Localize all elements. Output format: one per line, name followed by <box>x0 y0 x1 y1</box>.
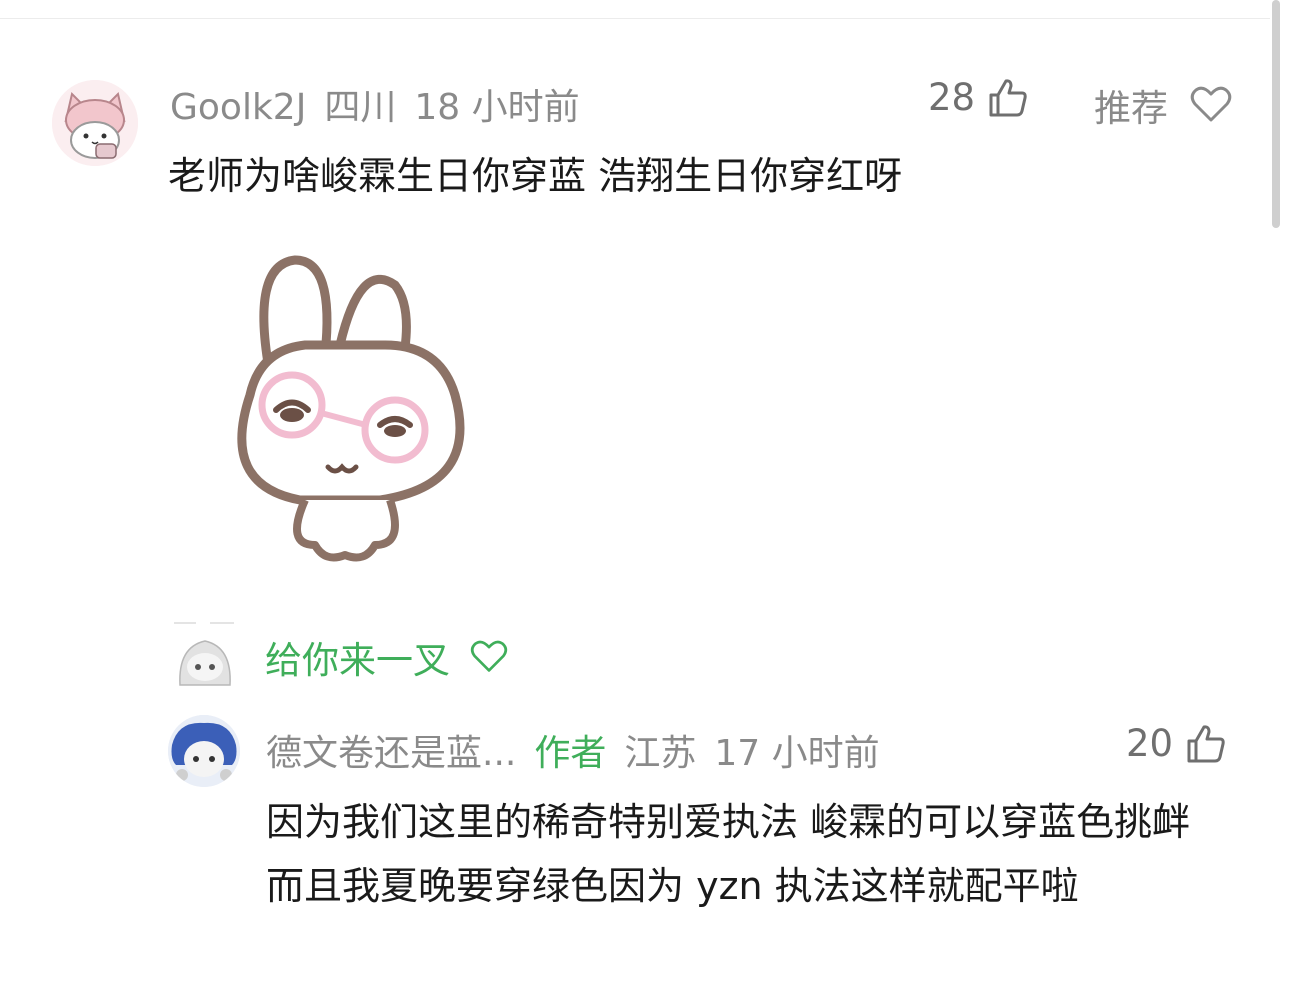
top-divider <box>0 18 1270 19</box>
cat-avatar-icon <box>52 80 138 166</box>
commenter-avatar[interactable] <box>52 80 138 166</box>
author-avatar[interactable] <box>168 715 240 787</box>
comment-text: 老师为啥峻霖生日你穿蓝 浩翔生日你穿红呀 <box>168 154 903 198</box>
reply-location: 江苏 <box>624 733 697 774</box>
reply-like-button[interactable]: 20 <box>1126 722 1227 765</box>
bunny-sticker-image[interactable] <box>210 245 490 575</box>
reply-text: 因为我们这里的稀奇特别爱执法 峻霖的可以穿蓝色挑衅 而且我夏晚要穿绿色因为 yz… <box>266 800 1191 908</box>
reply-time: 17 小时前 <box>714 733 880 774</box>
comment-location: 四川 <box>324 87 397 128</box>
sticker-reply-text: 给你来一叉 <box>265 639 450 682</box>
comment-time: 18 小时前 <box>414 87 580 128</box>
reply-user-avatar[interactable] <box>172 617 238 687</box>
author-avatar-icon <box>168 715 240 787</box>
recommend-button[interactable]: 推荐 <box>1094 78 1232 132</box>
author-badge: 作者 <box>534 733 607 774</box>
thumbs-up-icon <box>1187 724 1225 762</box>
recommend-label: 推荐 <box>1094 87 1168 130</box>
sticker-reply: 给你来一叉 <box>265 630 508 684</box>
comment-meta: Goolk2J 四川 18 小时前 <box>170 78 598 130</box>
reply-username[interactable]: 德文卷还是蓝... <box>266 733 516 774</box>
comment-username[interactable]: Goolk2J <box>170 87 306 128</box>
comment-like-count: 28 <box>928 76 976 119</box>
reply-like-count: 20 <box>1126 722 1174 765</box>
scrollbar[interactable] <box>1272 0 1280 228</box>
reply-meta: 德文卷还是蓝... 作者 江苏 17 小时前 <box>266 724 898 776</box>
anime-avatar-icon <box>172 617 238 687</box>
heart-outline-icon[interactable] <box>470 640 508 674</box>
heart-outline-icon <box>1190 86 1232 122</box>
thumbs-up-icon <box>989 78 1027 116</box>
comment-like-button[interactable]: 28 <box>928 76 1029 119</box>
